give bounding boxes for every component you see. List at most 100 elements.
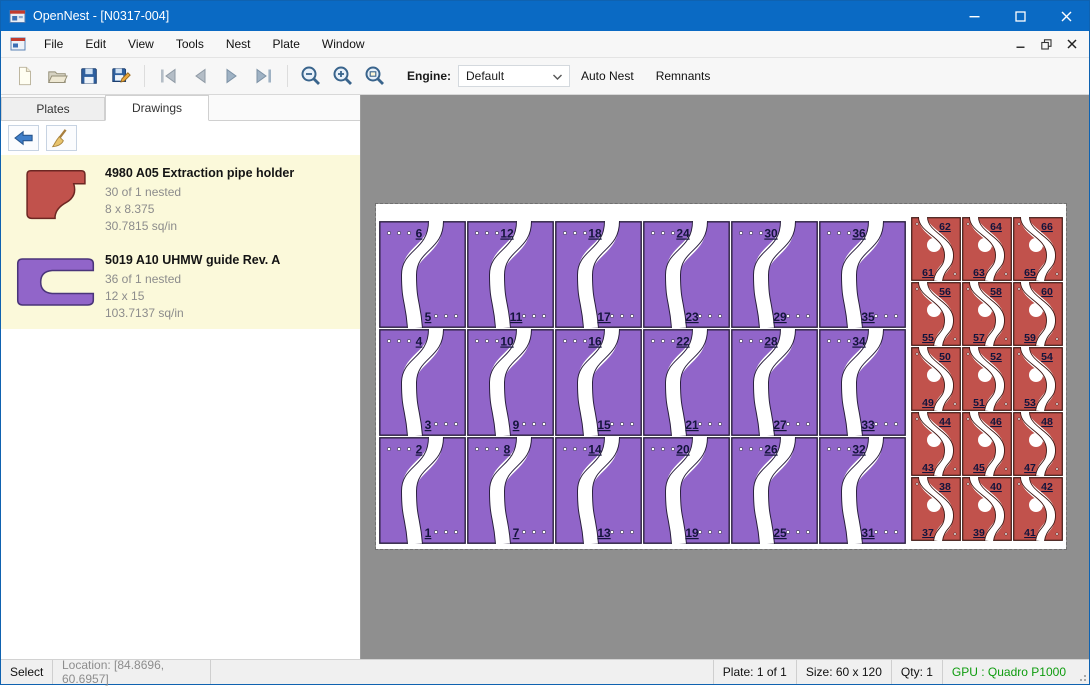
first-plate-icon[interactable] [152,62,184,90]
menu-nest[interactable]: Nest [215,31,262,57]
mdi-restore-icon[interactable] [1041,39,1052,50]
red-part-pair[interactable]: 4039 [962,477,1012,541]
toolbar-separator [287,65,288,87]
purple-part-pair[interactable]: 2221 [643,329,730,436]
nest-canvas[interactable]: 6512111817242330293635431091615222128273… [361,95,1089,659]
purple-part-pair[interactable]: 21 [379,437,466,544]
main-area: Plates Drawings 4980 A05 Extraction pipe… [1,95,1089,659]
red-part-pair[interactable]: 3837 [911,477,961,541]
part-number: 22 [676,335,690,349]
drawing-size: 8 x 8.375 [105,201,352,218]
part-number: 59 [1024,332,1036,344]
close-icon[interactable] [1043,1,1089,31]
red-part-pair[interactable]: 4241 [1013,477,1063,541]
drawing-info: 5019 A10 UHMW guide Rev. A36 of 1 nested… [105,251,352,322]
menu-file[interactable]: File [33,31,74,57]
purple-part-pair[interactable]: 65 [379,221,466,328]
purple-part-pair[interactable]: 3635 [819,221,906,328]
app-window: OpenNest - [N0317-004] File Edit View To… [0,0,1090,685]
auto-nest-button[interactable]: Auto Nest [570,69,645,83]
app-icon [9,8,26,25]
resize-grip-icon[interactable] [1075,660,1089,684]
mdi-minimize-icon[interactable] [1016,39,1026,49]
engine-select[interactable]: Default [458,65,570,87]
part-number: 19 [685,526,699,540]
red-part-pair[interactable]: 5857 [962,282,1012,346]
menu-view[interactable]: View [117,31,165,57]
drawing-nested-count: 30 of 1 nested [105,184,352,201]
purple-part-pair[interactable]: 2423 [643,221,730,328]
purple-part-pair[interactable]: 109 [467,329,554,436]
maximize-icon[interactable] [997,1,1043,31]
part-number: 2 [416,443,423,457]
red-part-pair[interactable]: 4645 [962,412,1012,476]
red-part-pair[interactable]: 5453 [1013,347,1063,411]
purple-part-pair[interactable]: 2625 [731,437,818,544]
purple-part-pair[interactable]: 3231 [819,437,906,544]
drawing-area: 30.7815 sq/in [105,218,352,235]
red-part-pair[interactable]: 6059 [1013,282,1063,346]
part-number: 51 [973,397,985,409]
menu-plate[interactable]: Plate [262,31,311,57]
part-number: 33 [861,418,875,432]
red-part-pair[interactable]: 6665 [1013,217,1063,281]
red-part-pair[interactable]: 6261 [911,217,961,281]
title-bar: OpenNest - [N0317-004] [1,1,1089,31]
mdi-close-icon[interactable] [1067,39,1077,49]
part-number: 18 [588,227,602,241]
red-part-pair[interactable]: 4847 [1013,412,1063,476]
panel-tabs: Plates Drawings [1,95,360,121]
previous-plate-icon[interactable] [184,62,216,90]
tab-plates[interactable]: Plates [1,97,105,120]
open-icon[interactable] [41,62,73,90]
clean-broom-icon[interactable] [46,125,77,151]
purple-part-pair[interactable]: 1413 [555,437,642,544]
minimize-icon[interactable] [951,1,997,31]
purple-part-pair[interactable]: 2827 [731,329,818,436]
red-part-pair[interactable]: 5251 [962,347,1012,411]
import-arrow-icon[interactable] [8,125,39,151]
zoom-in-icon[interactable] [327,62,359,90]
drawing-area: 103.7137 sq/in [105,305,352,322]
last-plate-icon[interactable] [248,62,280,90]
drawing-list-item[interactable]: 4980 A05 Extraction pipe holder30 of 1 n… [1,155,360,242]
part-number: 20 [676,443,690,457]
status-size: Size: 60 x 120 [796,660,891,684]
part-number: 12 [500,227,514,241]
red-part-pair[interactable]: 5655 [911,282,961,346]
next-plate-icon[interactable] [216,62,248,90]
part-number: 6 [416,227,423,241]
part-number: 3 [425,418,432,432]
red-part-pair[interactable]: 6463 [962,217,1012,281]
part-number: 38 [939,481,951,493]
side-panel: Plates Drawings 4980 A05 Extraction pipe… [1,95,361,659]
zoom-out-icon[interactable] [295,62,327,90]
red-part-pair[interactable]: 5049 [911,347,961,411]
new-icon[interactable] [9,62,41,90]
menu-tools[interactable]: Tools [165,31,215,57]
save-icon[interactable] [73,62,105,90]
menu-edit[interactable]: Edit [74,31,117,57]
purple-part-pair[interactable]: 3433 [819,329,906,436]
remnants-button[interactable]: Remnants [645,69,722,83]
purple-part-pair[interactable]: 2019 [643,437,730,544]
tab-drawings[interactable]: Drawings [105,95,209,121]
part-number: 49 [922,397,934,409]
status-mode: Select [1,660,53,684]
zoom-fit-icon[interactable] [359,62,391,90]
purple-part-pair[interactable]: 1211 [467,221,554,328]
menu-window[interactable]: Window [311,31,376,57]
save-as-icon[interactable] [105,62,137,90]
purple-part-pair[interactable]: 87 [467,437,554,544]
part-thumbnail [7,251,105,322]
purple-part-pair[interactable]: 1615 [555,329,642,436]
purple-part-pair[interactable]: 3029 [731,221,818,328]
part-number: 44 [939,416,951,428]
nest-plate[interactable]: 6512111817242330293635431091615222128273… [376,204,1066,549]
purple-part-pair[interactable]: 1817 [555,221,642,328]
drawing-size: 12 x 15 [105,288,352,305]
part-number: 8 [504,443,511,457]
red-part-pair[interactable]: 4443 [911,412,961,476]
drawing-list-item[interactable]: 5019 A10 UHMW guide Rev. A36 of 1 nested… [1,242,360,329]
purple-part-pair[interactable]: 43 [379,329,466,436]
